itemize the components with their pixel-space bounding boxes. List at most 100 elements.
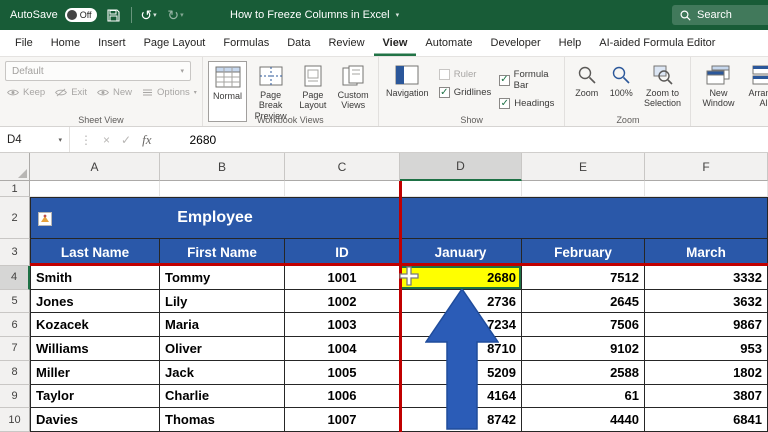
header-last-name[interactable]: Last Name	[30, 239, 160, 266]
row-header-2[interactable]: 2	[0, 197, 30, 239]
tab-home[interactable]: Home	[42, 30, 89, 56]
cell[interactable]	[285, 181, 400, 197]
cell[interactable]: Taylor	[30, 385, 160, 409]
formula-input[interactable]: 2680	[189, 133, 216, 147]
header-february[interactable]: February	[522, 239, 645, 266]
autosave-toggle[interactable]: Off	[65, 8, 97, 22]
page-break-preview-button[interactable]: Page Break Preview	[249, 61, 292, 122]
redo-icon[interactable]: ↻▾	[166, 5, 186, 25]
cell[interactable]: 1003	[285, 313, 400, 337]
cell[interactable]: 1006	[285, 385, 400, 409]
header-first-name[interactable]: First Name	[160, 239, 285, 266]
tab-developer[interactable]: Developer	[482, 30, 550, 56]
cell[interactable]: 1802	[645, 361, 768, 385]
tab-view[interactable]: View	[374, 30, 417, 56]
row-header-6[interactable]: 6	[0, 313, 30, 337]
cell[interactable]: Jones	[30, 290, 160, 314]
column-header-d[interactable]: D	[400, 153, 522, 181]
cell[interactable]: 6841	[645, 408, 768, 432]
cell[interactable]	[30, 181, 160, 197]
undo-icon[interactable]: ↺▾	[139, 5, 159, 25]
cell[interactable]: 953	[645, 337, 768, 361]
cell[interactable]: Thomas	[160, 408, 285, 432]
headings-checkbox[interactable]: ✓ Headings	[499, 98, 559, 109]
normal-view-button[interactable]: Normal	[208, 61, 247, 122]
header-january[interactable]: January	[400, 239, 522, 266]
cell[interactable]: Miller	[30, 361, 160, 385]
arrange-all-button[interactable]: Arrange All	[742, 61, 768, 110]
cell[interactable]: 1005	[285, 361, 400, 385]
tab-review[interactable]: Review	[319, 30, 373, 56]
row-header-8[interactable]: 8	[0, 361, 30, 385]
cell[interactable]: Jack	[160, 361, 285, 385]
header-id[interactable]: ID	[285, 239, 400, 266]
row-header-1[interactable]: 1	[0, 181, 30, 197]
cell[interactable]: Charlie	[160, 385, 285, 409]
cell[interactable]: 3807	[645, 385, 768, 409]
cell[interactable]	[522, 181, 645, 197]
enter-icon[interactable]: ✓	[121, 133, 131, 147]
zoom-button[interactable]: Zoom	[570, 61, 603, 110]
cell[interactable]: Lily	[160, 290, 285, 314]
cell[interactable]: 3632	[645, 290, 768, 314]
cell[interactable]: 2645	[522, 290, 645, 314]
cell[interactable]	[400, 181, 522, 197]
formula-bar-checkbox[interactable]: ✓ Formula Bar	[499, 69, 559, 91]
column-header-b[interactable]: B	[160, 153, 285, 181]
cell[interactable]: 7506	[522, 313, 645, 337]
column-header-a[interactable]: A	[30, 153, 160, 181]
cell[interactable]: Davies	[30, 408, 160, 432]
select-all-corner[interactable]	[0, 153, 30, 181]
tab-insert[interactable]: Insert	[89, 30, 135, 56]
cell[interactable]: Kozacek	[30, 313, 160, 337]
cell[interactable]	[160, 181, 285, 197]
name-box[interactable]: D4 ▾	[0, 127, 70, 152]
zoom-to-selection-button[interactable]: Zoom to Selection	[640, 61, 686, 110]
page-layout-button[interactable]: Page Layout	[294, 61, 331, 122]
search-input[interactable]: Search	[672, 5, 768, 25]
gridlines-checkbox[interactable]: ✓ Gridlines	[439, 87, 492, 98]
cell[interactable]: 2588	[522, 361, 645, 385]
cell[interactable]: Williams	[30, 337, 160, 361]
cell[interactable]: 4440	[522, 408, 645, 432]
sheet-view-dropdown[interactable]: Default ▾	[5, 61, 191, 81]
cell[interactable]: 7512	[522, 266, 645, 290]
cell[interactable]: 61	[522, 385, 645, 409]
row-header-7[interactable]: 7	[0, 337, 30, 361]
ruler-checkbox[interactable]: Ruler	[439, 69, 492, 80]
cancel-icon[interactable]: ×	[103, 133, 110, 147]
row-header-9[interactable]: 9	[0, 385, 30, 409]
exit-button[interactable]: Exit	[55, 87, 87, 98]
cell[interactable]: Smith	[30, 266, 160, 290]
cell[interactable]: 9867	[645, 313, 768, 337]
zoom-100-button[interactable]: 100%	[605, 61, 638, 110]
row-header-4[interactable]: 4	[0, 266, 30, 290]
cell[interactable]: Maria	[160, 313, 285, 337]
keep-button[interactable]: Keep	[7, 87, 45, 98]
more-icon[interactable]: ⋮	[80, 133, 92, 147]
document-title[interactable]: How to Freeze Columns in Excel ▾	[230, 0, 399, 30]
column-header-c[interactable]: C	[285, 153, 400, 181]
header-march[interactable]: March	[645, 239, 768, 266]
custom-views-button[interactable]: Custom Views	[334, 61, 373, 122]
cell[interactable]	[645, 181, 768, 197]
options-button[interactable]: Options ▾	[142, 87, 197, 98]
tab-formulas[interactable]: Formulas	[214, 30, 278, 56]
column-header-e[interactable]: E	[522, 153, 645, 181]
cell[interactable]: 3332	[645, 266, 768, 290]
cell[interactable]: 1007	[285, 408, 400, 432]
banner-cell[interactable]: Employee	[30, 197, 400, 239]
save-icon[interactable]	[104, 5, 124, 25]
banner-cell-right[interactable]	[400, 197, 768, 239]
cell[interactable]: 1001	[285, 266, 400, 290]
tab-automate[interactable]: Automate	[416, 30, 481, 56]
row-header-5[interactable]: 5	[0, 290, 30, 314]
tab-data[interactable]: Data	[278, 30, 319, 56]
cell[interactable]: Tommy	[160, 266, 285, 290]
new-sheet-view-button[interactable]: New	[97, 87, 132, 98]
row-header-10[interactable]: 10	[0, 408, 30, 432]
tab-help[interactable]: Help	[550, 30, 591, 56]
navigation-button[interactable]: Navigation	[384, 61, 431, 109]
column-header-f[interactable]: F	[645, 153, 768, 181]
row-header-3[interactable]: 3	[0, 239, 30, 266]
